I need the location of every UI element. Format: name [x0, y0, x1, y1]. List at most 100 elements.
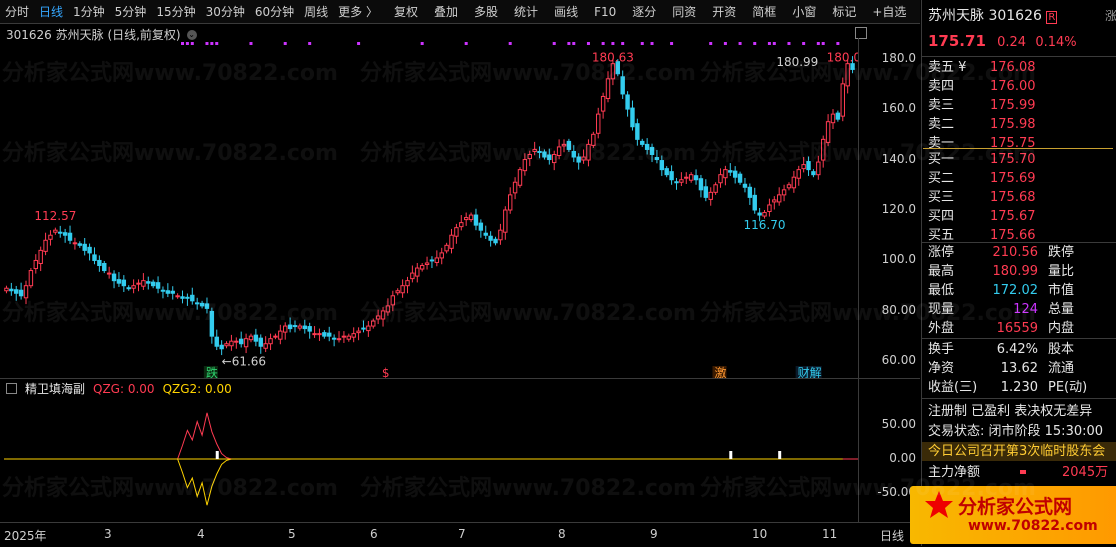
signal-dot — [670, 42, 674, 45]
marker-marker_ji[interactable]: 激 — [715, 366, 727, 378]
signal-dot — [802, 42, 806, 45]
period-toolbar: 分时 日线 1分钟 5分钟 15分钟 30分钟 60分钟 周线 更多 〉复权 叠加 多股 统计 画线 F1… — [0, 0, 946, 24]
tool-button-0[interactable]: 复权 — [389, 3, 423, 20]
candle-body — [209, 310, 215, 337]
bid-row[interactable]: 买一 175.70 — [928, 150, 1113, 169]
tool-button-1[interactable]: 叠加 — [429, 3, 463, 20]
candle-body — [664, 168, 669, 176]
signal-dot — [205, 42, 209, 45]
candle-body — [268, 338, 273, 345]
candle-body — [561, 143, 567, 147]
candle-body — [62, 232, 68, 236]
marker-marker_s[interactable]: $ — [382, 366, 390, 378]
candle-body — [170, 290, 175, 294]
candle-body — [747, 186, 753, 198]
price-label: 140.0 — [881, 151, 916, 166]
candle-body — [693, 175, 699, 181]
indicator-chart[interactable] — [0, 396, 858, 522]
candle-body — [522, 159, 528, 172]
stat-label-2: 股本 — [1048, 342, 1075, 357]
candle-body — [380, 310, 386, 320]
series-QZG2 — [6, 458, 843, 506]
tool-button-9[interactable]: 简框 — [747, 3, 781, 20]
marker-marker_caijie[interactable]: 财解 — [798, 366, 822, 378]
candle-body — [434, 257, 440, 263]
period-tab-1[interactable]: 日线 — [34, 3, 68, 20]
stat-label: 收益(三) — [928, 380, 978, 395]
period-tab-2[interactable]: 1分钟 — [68, 3, 110, 20]
candle-body — [238, 338, 244, 345]
candle-body — [38, 249, 43, 264]
candle-body — [229, 340, 234, 347]
tool-button-6[interactable]: 逐分 — [627, 3, 661, 20]
bid-row[interactable]: 买三 175.68 — [928, 188, 1113, 207]
period-label[interactable]: 日线 — [880, 527, 904, 544]
candle-body — [493, 238, 498, 244]
date-label: 5 — [288, 527, 296, 541]
signal-dot — [185, 42, 189, 45]
candle-body — [87, 246, 92, 254]
collapse-icon[interactable] — [6, 383, 17, 394]
candlestick-chart[interactable]: 112.57 ←61.66 180.63 116.70 180.99 180.00 跌 $ 激 财… — [0, 38, 858, 378]
bid-label: 买二 — [928, 171, 955, 186]
candle-body — [566, 140, 572, 150]
candle-body — [547, 154, 552, 161]
candle-body — [640, 140, 645, 145]
period-tab-7[interactable]: 周线 — [299, 3, 333, 20]
date-label: 3 — [104, 527, 112, 541]
current-price: 175.71 — [928, 32, 986, 50]
candle-body — [610, 63, 616, 80]
signal-dot — [283, 42, 287, 45]
tool-button-5[interactable]: F10 — [589, 5, 621, 19]
date-label: 6 — [370, 527, 378, 541]
stat-label-2: 市值 — [1048, 283, 1075, 298]
divider — [922, 338, 1116, 339]
candle-body — [596, 113, 601, 134]
candle-body — [498, 229, 503, 241]
ask-row[interactable]: 卖三 175.99 — [928, 96, 1113, 115]
stat-label-2: 流通 — [1048, 361, 1075, 376]
period-tab-8[interactable]: 更多 〉 — [333, 3, 383, 20]
tool-button-2[interactable]: 多股 — [469, 3, 503, 20]
bid-row[interactable]: 买四 175.67 — [928, 207, 1113, 226]
notice-banner[interactable]: 今日公司召开第3次临时股东会 — [922, 442, 1116, 461]
ask-row[interactable]: 卖四 176.00 — [928, 77, 1113, 96]
tool-button-10[interactable]: 小窗 — [787, 3, 821, 20]
candle-body — [605, 78, 611, 99]
candle-body — [331, 337, 337, 340]
indicator-name[interactable]: 精卫填海副 — [25, 380, 85, 397]
stat-value: 210.56 — [992, 245, 1039, 260]
annotation-peak: 180.63 — [592, 51, 634, 65]
ask-price: 176.00 — [990, 79, 1036, 94]
candle-body — [18, 289, 24, 297]
candle-body — [625, 94, 630, 110]
candle-body — [762, 212, 767, 217]
candle-body — [419, 265, 425, 270]
period-tab-0[interactable]: 分时 — [0, 3, 34, 20]
candle-body — [67, 232, 73, 241]
date-label: 2025年 — [4, 529, 47, 543]
candle-body — [248, 335, 254, 341]
tool-button-7[interactable]: 同资 — [667, 3, 701, 20]
period-tab-6[interactable]: 60分钟 — [250, 3, 299, 20]
bid-row[interactable]: 买二 175.69 — [928, 169, 1113, 188]
period-tab-4[interactable]: 15分钟 — [151, 3, 200, 20]
tool-button-12[interactable]: +自选 — [867, 3, 911, 20]
period-tab-3[interactable]: 5分钟 — [110, 3, 152, 20]
period-tab-5[interactable]: 30分钟 — [201, 3, 250, 20]
bid-price: 175.67 — [990, 209, 1036, 224]
ask-row[interactable]: 卖二 175.98 — [928, 115, 1113, 134]
stat-value: 6.42% — [996, 342, 1038, 357]
candle-body — [552, 153, 557, 164]
ask-row[interactable]: 卖五 ¥ 176.08 — [928, 58, 1113, 77]
tool-button-8[interactable]: 开资 — [707, 3, 741, 20]
candle-body — [185, 296, 190, 299]
tool-button-11[interactable]: 标记 — [827, 3, 861, 20]
tool-button-4[interactable]: 画线 — [549, 3, 583, 20]
tool-button-3[interactable]: 统计 — [509, 3, 543, 20]
candle-body — [155, 282, 161, 289]
candle-body — [106, 272, 112, 275]
candle-body — [688, 174, 694, 181]
candle-body — [483, 232, 488, 236]
marker-marker_die[interactable]: 跌 — [206, 365, 218, 378]
